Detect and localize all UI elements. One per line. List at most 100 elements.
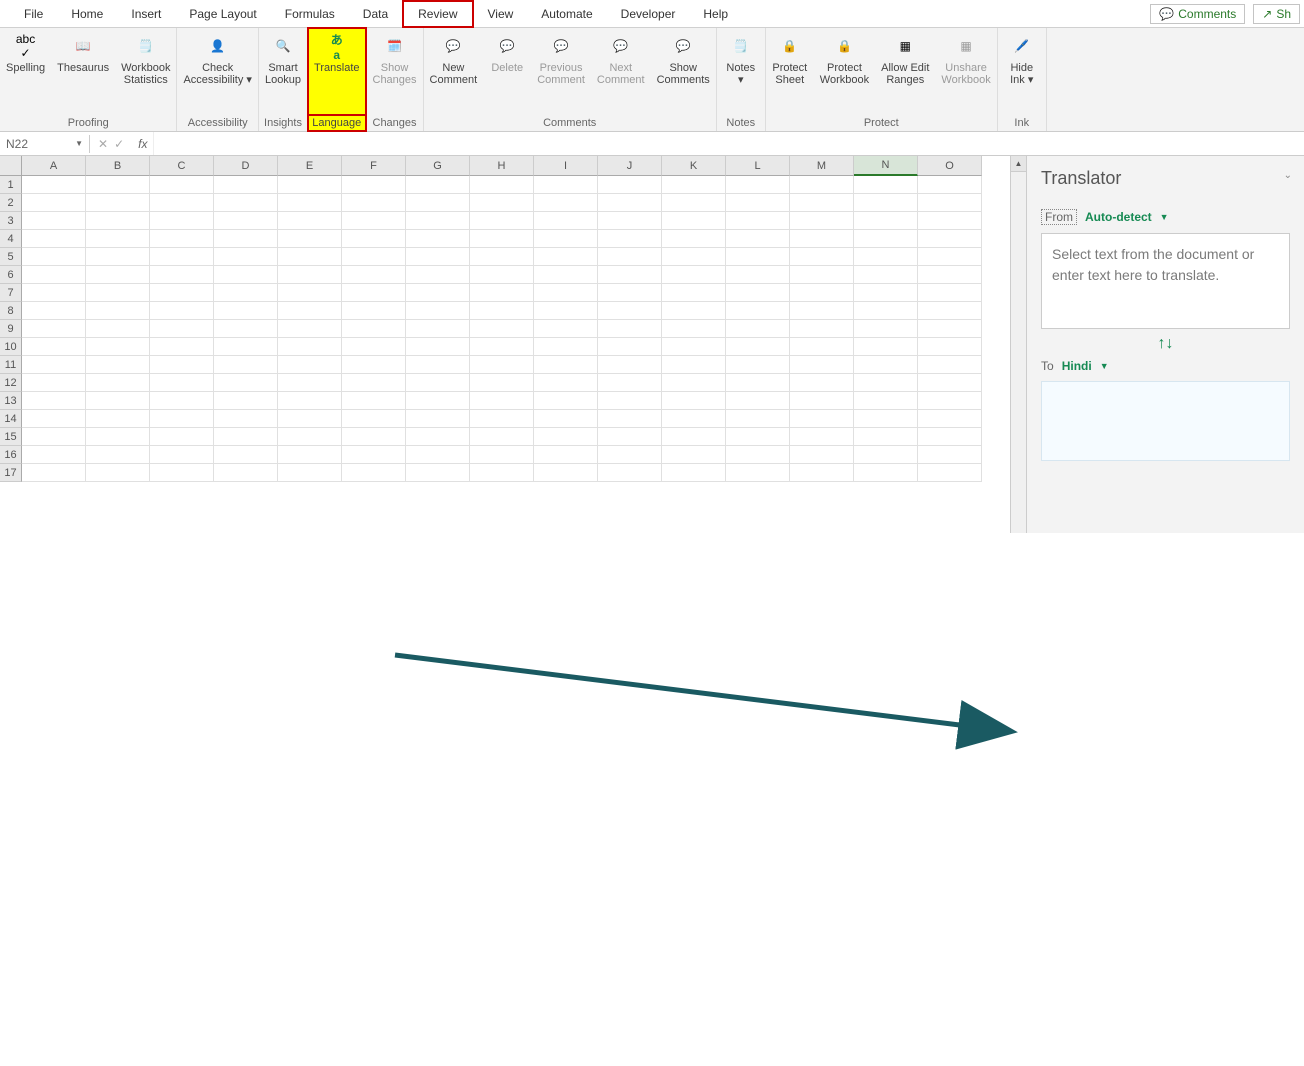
cell[interactable] bbox=[22, 356, 86, 374]
cell[interactable] bbox=[726, 194, 790, 212]
column-header[interactable]: H bbox=[470, 156, 534, 176]
cell[interactable] bbox=[342, 320, 406, 338]
cell[interactable] bbox=[790, 248, 854, 266]
cell[interactable] bbox=[790, 230, 854, 248]
cell[interactable] bbox=[854, 392, 918, 410]
cell[interactable] bbox=[534, 374, 598, 392]
cell[interactable] bbox=[854, 356, 918, 374]
cell[interactable] bbox=[150, 266, 214, 284]
cell[interactable] bbox=[214, 338, 278, 356]
cell[interactable] bbox=[534, 230, 598, 248]
cell[interactable] bbox=[534, 248, 598, 266]
cell[interactable] bbox=[854, 410, 918, 428]
cell[interactable] bbox=[406, 428, 470, 446]
cell[interactable] bbox=[726, 302, 790, 320]
cell[interactable] bbox=[662, 230, 726, 248]
cell[interactable] bbox=[534, 338, 598, 356]
cell[interactable] bbox=[278, 338, 342, 356]
row-header[interactable]: 10 bbox=[0, 338, 22, 356]
cell[interactable] bbox=[214, 410, 278, 428]
cell[interactable] bbox=[86, 248, 150, 266]
cell[interactable] bbox=[214, 176, 278, 194]
cell[interactable] bbox=[854, 194, 918, 212]
column-header[interactable]: I bbox=[534, 156, 598, 176]
cell[interactable] bbox=[406, 194, 470, 212]
cell[interactable] bbox=[470, 176, 534, 194]
share-button[interactable]: ↗ Sh bbox=[1253, 4, 1300, 24]
cell[interactable] bbox=[342, 356, 406, 374]
cell[interactable] bbox=[214, 356, 278, 374]
cell[interactable] bbox=[214, 248, 278, 266]
tab-developer[interactable]: Developer bbox=[607, 2, 690, 26]
cell[interactable] bbox=[598, 356, 662, 374]
cell[interactable] bbox=[598, 374, 662, 392]
cell[interactable] bbox=[854, 266, 918, 284]
cell[interactable] bbox=[406, 356, 470, 374]
notes-button[interactable]: 🗒️Notes▾ bbox=[717, 28, 765, 115]
cell[interactable] bbox=[86, 212, 150, 230]
cell[interactable] bbox=[534, 176, 598, 194]
new-comment-button[interactable]: 💬NewComment bbox=[424, 28, 484, 115]
cell[interactable] bbox=[86, 410, 150, 428]
cell[interactable] bbox=[918, 248, 982, 266]
cell[interactable] bbox=[662, 176, 726, 194]
cell[interactable] bbox=[22, 428, 86, 446]
cell[interactable] bbox=[854, 284, 918, 302]
column-header[interactable]: C bbox=[150, 156, 214, 176]
cell[interactable] bbox=[470, 446, 534, 464]
row-header[interactable]: 5 bbox=[0, 248, 22, 266]
cell[interactable] bbox=[406, 320, 470, 338]
cell[interactable] bbox=[342, 266, 406, 284]
cell[interactable] bbox=[918, 464, 982, 482]
cell[interactable] bbox=[790, 212, 854, 230]
cell[interactable] bbox=[214, 284, 278, 302]
cell[interactable] bbox=[342, 446, 406, 464]
cell[interactable] bbox=[918, 428, 982, 446]
cell[interactable] bbox=[22, 266, 86, 284]
cell[interactable] bbox=[790, 392, 854, 410]
cell[interactable] bbox=[470, 302, 534, 320]
cell[interactable] bbox=[726, 428, 790, 446]
cell[interactable] bbox=[662, 356, 726, 374]
cell[interactable] bbox=[662, 446, 726, 464]
cell[interactable] bbox=[726, 410, 790, 428]
cell[interactable] bbox=[22, 392, 86, 410]
allow-edit-ranges-button[interactable]: ▦Allow EditRanges bbox=[875, 28, 935, 115]
tab-view[interactable]: View bbox=[474, 2, 528, 26]
cell[interactable] bbox=[22, 374, 86, 392]
cell[interactable] bbox=[22, 302, 86, 320]
cell[interactable] bbox=[726, 248, 790, 266]
cell[interactable] bbox=[342, 230, 406, 248]
cell[interactable] bbox=[470, 392, 534, 410]
row-header[interactable]: 7 bbox=[0, 284, 22, 302]
column-header[interactable]: G bbox=[406, 156, 470, 176]
cell[interactable] bbox=[342, 284, 406, 302]
cell[interactable] bbox=[86, 392, 150, 410]
column-header[interactable]: A bbox=[22, 156, 86, 176]
cell[interactable] bbox=[22, 338, 86, 356]
cell[interactable] bbox=[534, 194, 598, 212]
cell[interactable] bbox=[598, 266, 662, 284]
cell[interactable] bbox=[406, 212, 470, 230]
cell[interactable] bbox=[918, 230, 982, 248]
cell[interactable] bbox=[854, 248, 918, 266]
cell[interactable] bbox=[150, 392, 214, 410]
cell[interactable] bbox=[342, 392, 406, 410]
cell[interactable] bbox=[726, 392, 790, 410]
cell[interactable] bbox=[406, 464, 470, 482]
cell[interactable] bbox=[470, 194, 534, 212]
cell[interactable] bbox=[22, 284, 86, 302]
cell[interactable] bbox=[726, 374, 790, 392]
cell[interactable] bbox=[662, 302, 726, 320]
cell[interactable] bbox=[598, 464, 662, 482]
cell[interactable] bbox=[534, 410, 598, 428]
cell[interactable] bbox=[598, 194, 662, 212]
cell[interactable] bbox=[918, 302, 982, 320]
protect-sheet-button[interactable]: 🔒ProtectSheet bbox=[766, 28, 814, 115]
fx-label[interactable]: fx bbox=[132, 137, 153, 151]
row-header[interactable]: 14 bbox=[0, 410, 22, 428]
cell[interactable] bbox=[150, 248, 214, 266]
cell[interactable] bbox=[150, 428, 214, 446]
cell[interactable] bbox=[790, 464, 854, 482]
cell[interactable] bbox=[918, 266, 982, 284]
